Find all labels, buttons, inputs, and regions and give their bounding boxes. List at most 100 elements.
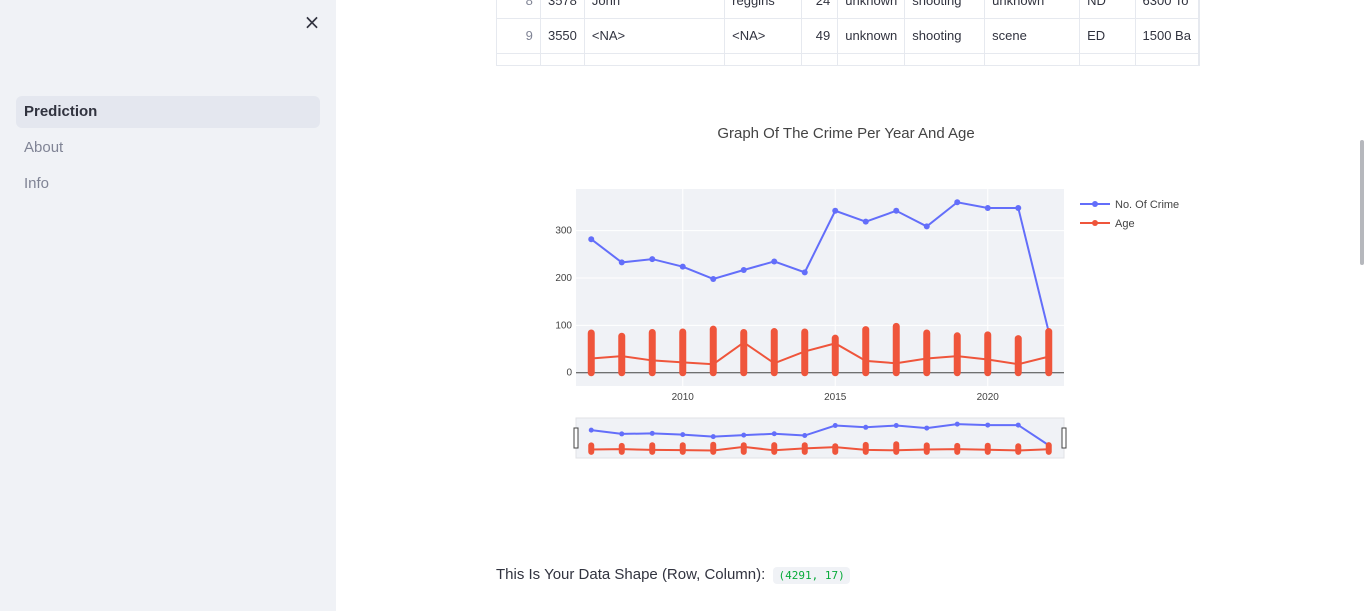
y-tick-label: 300 — [555, 226, 572, 237]
legend-label: No. Of Crime — [1115, 199, 1179, 211]
data-point — [832, 444, 838, 450]
legend-swatch-dot — [1092, 220, 1098, 226]
data-point — [618, 259, 625, 266]
table-row[interactable]: 9 3550 <NA> <NA> 49 unknown shooting scene ED 150… — [497, 18, 1199, 54]
data-point — [588, 236, 595, 243]
data-point — [771, 360, 778, 367]
age-max-point — [1015, 335, 1022, 342]
data-point — [771, 258, 778, 265]
data-point — [893, 360, 900, 367]
age-max-point — [862, 326, 869, 333]
table-cell: black — [837, 53, 906, 65]
table-cell: scene — [984, 18, 1081, 54]
age-max-point — [649, 329, 656, 336]
y-tick-label: 100 — [555, 320, 572, 331]
age-max-point — [680, 442, 686, 448]
data-point — [680, 432, 686, 438]
table-cell: 24 — [801, 0, 839, 19]
data-point — [710, 361, 717, 368]
data-point — [619, 446, 625, 452]
age-max-point — [923, 329, 930, 336]
data-point — [984, 356, 991, 363]
data-point — [618, 353, 625, 360]
table-cell — [904, 53, 986, 65]
data-point — [741, 432, 747, 438]
data-point — [649, 256, 656, 263]
table-cell: <NA> — [724, 18, 802, 54]
table-cell — [584, 53, 726, 65]
data-point — [649, 430, 655, 436]
table-row[interactable]: 8 3578 John reggins 24 unknown shooting unknown… — [497, 0, 1199, 19]
legend-swatch-dot — [1092, 201, 1098, 207]
sidebar-item-prediction[interactable]: Prediction — [16, 96, 320, 128]
data-point — [954, 199, 961, 206]
data-point — [801, 269, 808, 276]
data-point — [741, 444, 747, 450]
data-point — [893, 447, 899, 453]
table-cell — [724, 53, 802, 65]
row-index-cell — [497, 53, 541, 65]
data-point — [771, 431, 777, 437]
table-cell: unknown — [837, 18, 906, 54]
data-point — [862, 218, 869, 225]
data-point — [802, 433, 808, 439]
crime-chart[interactable]: Graph Of The Crime Per Year And Age 2010 2… — [496, 108, 1200, 478]
page-scrollbar[interactable] — [1360, 140, 1364, 265]
age-max-point — [771, 442, 777, 448]
data-point — [862, 357, 869, 364]
table-cell: 3550 — [540, 18, 585, 54]
data-table[interactable]: 8 3578 John reggins 24 unknown shooting unknown… — [496, 0, 1200, 66]
table-row[interactable]: black — [497, 53, 1199, 65]
data-point — [923, 355, 930, 362]
data-point — [680, 447, 686, 453]
data-point — [588, 447, 594, 453]
data-point — [924, 425, 930, 431]
age-max-point — [771, 328, 778, 335]
data-point — [588, 427, 594, 433]
data-point — [740, 339, 747, 346]
data-point — [863, 424, 869, 430]
data-point — [1015, 204, 1022, 211]
age-max-point — [1045, 328, 1052, 335]
age-max-point — [740, 329, 747, 336]
range-slider-background — [575, 417, 1065, 459]
table-cell: shooting — [904, 18, 986, 54]
data-point — [771, 447, 777, 453]
age-max-point — [954, 332, 961, 339]
data-point — [1015, 447, 1021, 453]
row-index-cell: 8 — [497, 0, 541, 19]
age-max-point — [801, 329, 808, 336]
range-slider-right-handle[interactable] — [1061, 427, 1067, 449]
data-point — [893, 207, 900, 214]
sidebar-item-about[interactable]: About — [16, 132, 320, 164]
data-point — [679, 359, 686, 366]
y-tick-label: 0 — [566, 368, 572, 379]
table-cell: John — [584, 0, 726, 19]
table-cell: ED — [1079, 18, 1136, 54]
sidebar-item-info[interactable]: Info — [16, 168, 320, 200]
table-cell: shooting — [904, 0, 986, 19]
data-point — [1045, 353, 1052, 360]
table-cell: 3578 — [540, 0, 585, 19]
data-point — [832, 423, 838, 429]
age-max-point — [710, 442, 716, 448]
data-point — [1046, 446, 1052, 452]
data-shape-line: This Is Your Data Shape (Row, Column): (… — [496, 566, 850, 584]
table-cell: reggins — [724, 0, 802, 19]
table-cell — [1079, 53, 1136, 65]
data-point — [740, 266, 747, 273]
data-shape-label: This Is Your Data Shape (Row, Column): — [496, 566, 766, 583]
data-point — [1015, 361, 1022, 368]
age-max-point — [679, 329, 686, 336]
close-icon[interactable]: × — [302, 12, 322, 32]
x-tick-label: 2015 — [824, 392, 847, 403]
data-point — [832, 340, 839, 347]
chart-title: Graph Of The Crime Per Year And Age — [717, 125, 974, 142]
sidebar: × Prediction About Info — [0, 0, 336, 611]
table-cell: 6300 To — [1135, 0, 1199, 19]
row-index-cell: 9 — [497, 18, 541, 54]
age-max-point — [893, 323, 900, 330]
range-slider-left-handle[interactable] — [573, 427, 579, 449]
table-cell: unknown — [837, 0, 906, 19]
x-tick-label: 2010 — [672, 392, 695, 403]
